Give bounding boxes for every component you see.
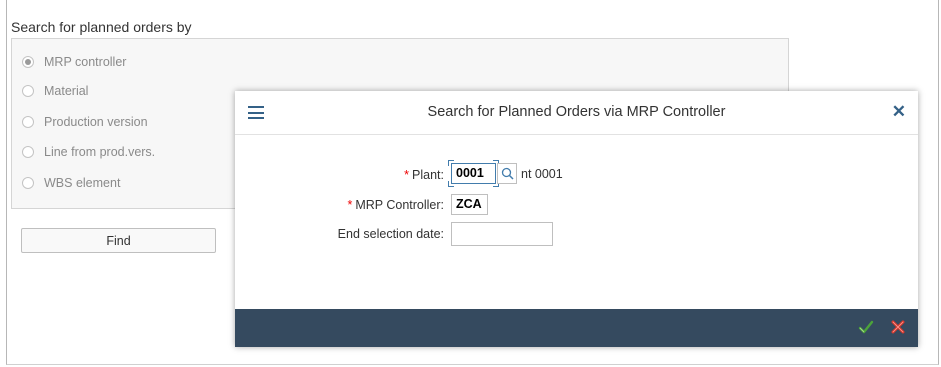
mrp-controller-input[interactable]: ZCA <box>451 194 488 215</box>
radio-button[interactable] <box>22 85 34 97</box>
plant-label-text: Plant: <box>412 168 444 182</box>
required-marker: * <box>404 168 410 182</box>
dialog-header: Search for Planned Orders via MRP Contro… <box>235 91 918 135</box>
find-button[interactable]: Find <box>21 228 216 253</box>
radio-material[interactable]: Material <box>22 82 88 100</box>
radio-label: MRP controller <box>44 55 127 69</box>
close-icon[interactable]: ✕ <box>892 102 906 122</box>
end-selection-date-input[interactable] <box>451 222 553 246</box>
radio-button[interactable] <box>22 177 34 189</box>
radio-label: Production version <box>44 115 148 129</box>
radio-mrp-controller[interactable]: MRP controller <box>22 53 126 71</box>
radio-label: Line from prod.vers. <box>44 145 156 159</box>
radio-label: WBS element <box>44 176 121 190</box>
radio-button-checked[interactable] <box>22 56 34 68</box>
dialog-footer <box>235 309 918 347</box>
value-help-button[interactable] <box>497 163 517 184</box>
mrp-controller-label: * MRP Controller: <box>235 198 444 212</box>
radio-wbs-element[interactable]: WBS element <box>22 174 120 192</box>
focus-corner <box>448 181 454 187</box>
mrp-controller-label-text: MRP Controller: <box>355 198 444 212</box>
group-title: Search for planned orders by <box>11 19 192 35</box>
search-icon <box>501 167 514 180</box>
focus-corner <box>448 160 454 166</box>
checkmark-icon[interactable] <box>858 319 874 335</box>
dialog-title: Search for Planned Orders via MRP Contro… <box>427 104 726 120</box>
cancel-icon[interactable] <box>891 320 905 334</box>
radio-label: Material <box>44 84 89 98</box>
radio-button[interactable] <box>22 146 34 158</box>
plant-input[interactable]: 0001 <box>451 163 496 184</box>
required-marker: * <box>347 198 353 212</box>
end-selection-date-label: End selection date: <box>337 227 444 241</box>
plant-label: * Plant: <box>235 168 444 182</box>
radio-button[interactable] <box>22 116 34 128</box>
radio-line-from-prod-vers[interactable]: Line from prod.vers. <box>22 143 155 161</box>
plant-description: nt 0001 <box>521 167 563 181</box>
search-dialog: Search for Planned Orders via MRP Contro… <box>235 91 918 347</box>
radio-production-version[interactable]: Production version <box>22 113 148 131</box>
